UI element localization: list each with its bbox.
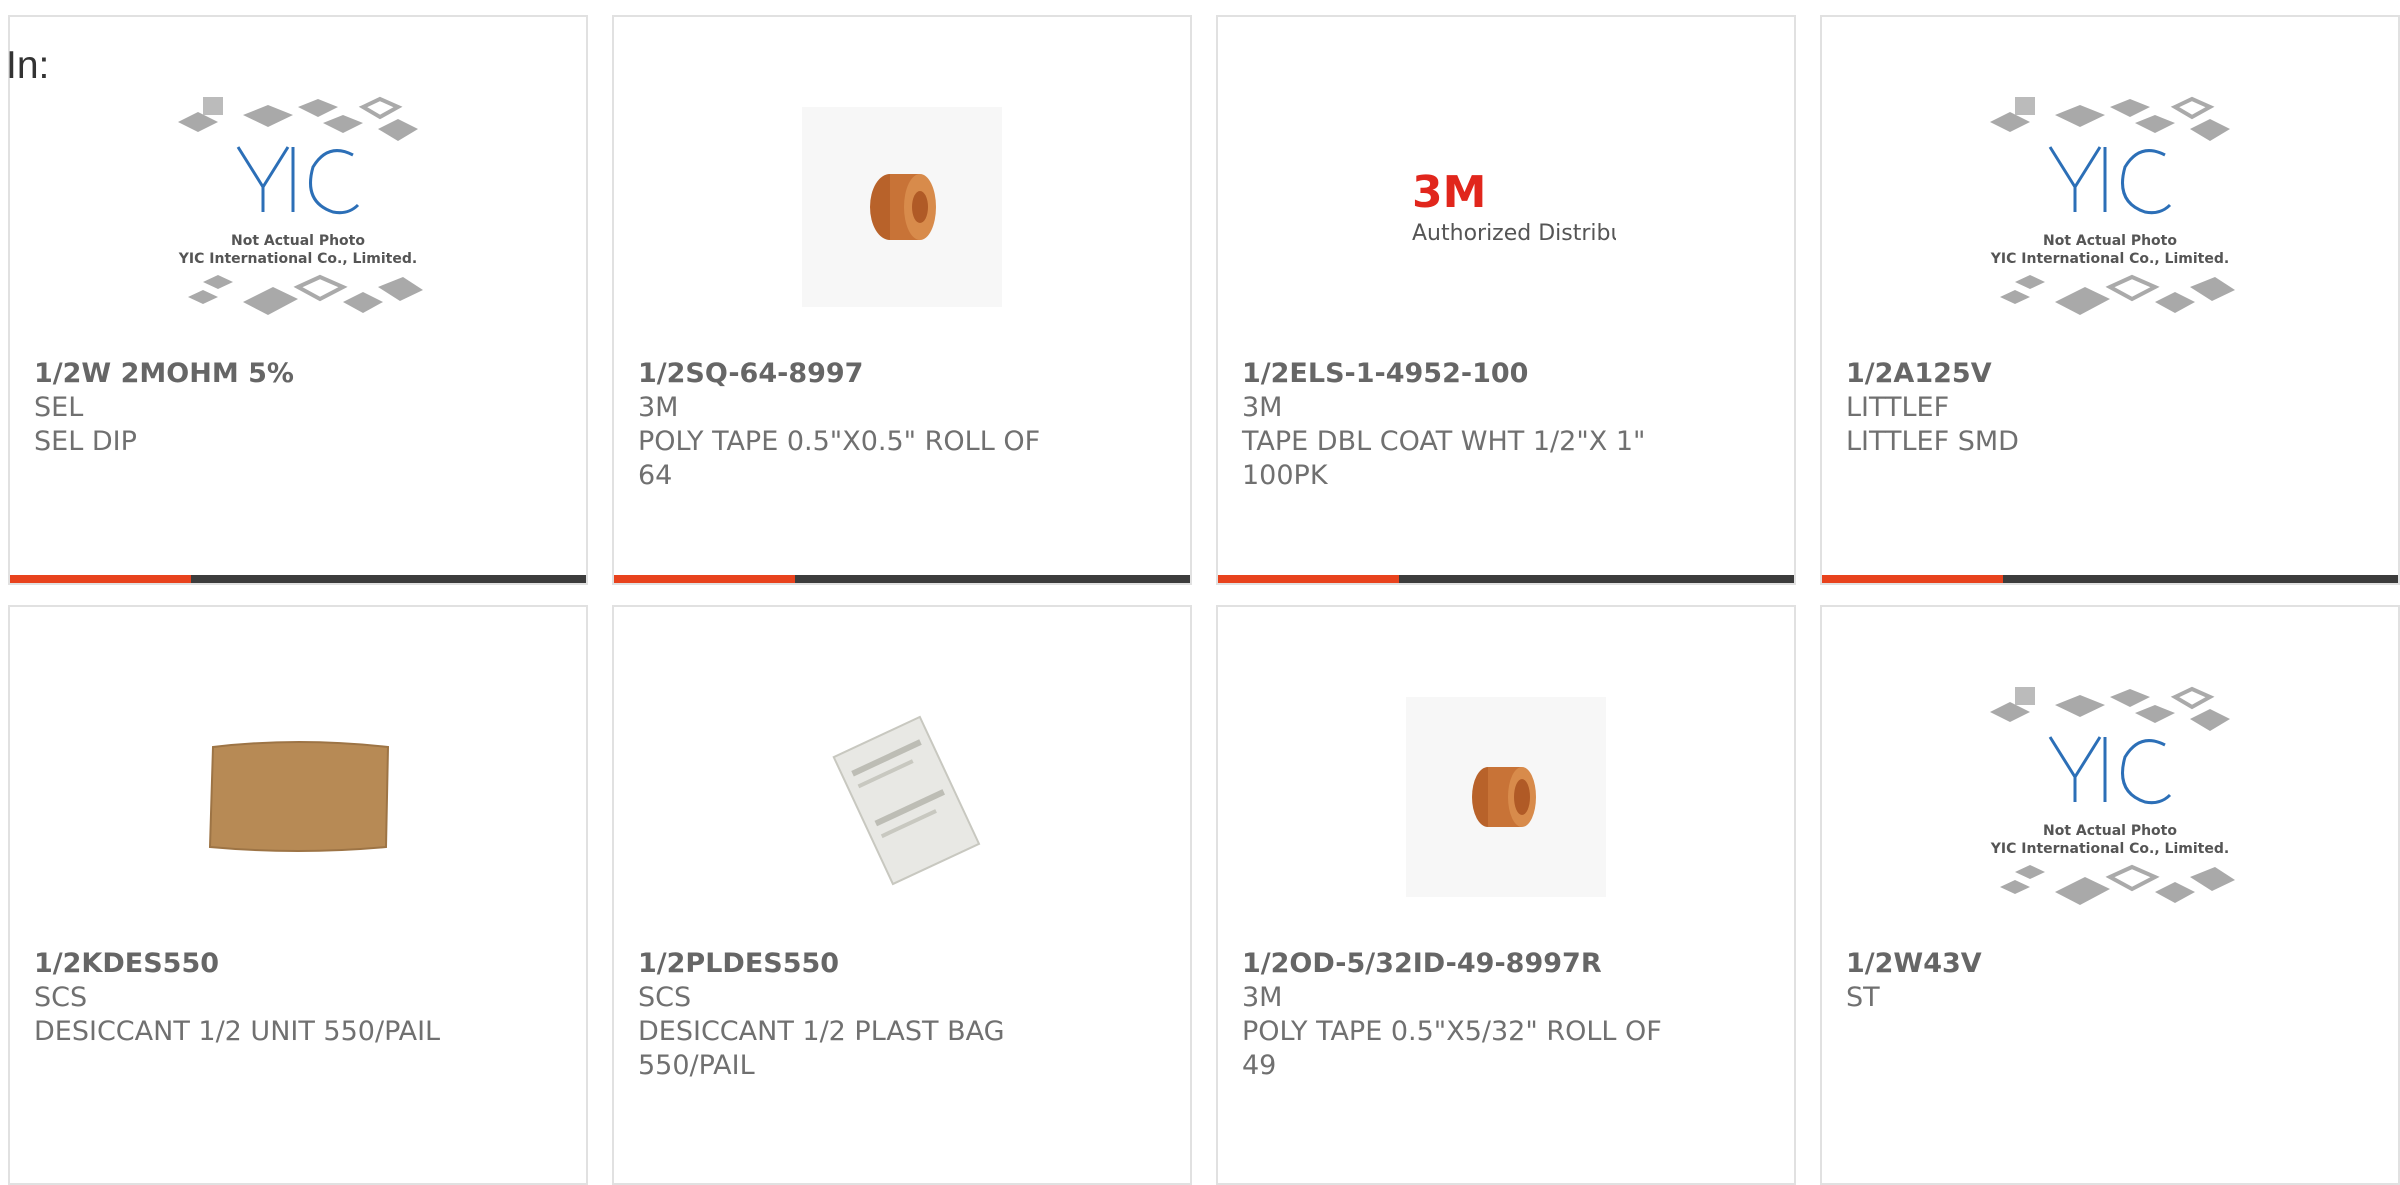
copper-tape-roll-icon — [802, 107, 1002, 307]
product-card[interactable]: 1/2SQ-64-8997 3M POLY TAPE 0.5"X0.5" ROL… — [612, 15, 1192, 585]
product-image[interactable] — [614, 647, 1190, 947]
brand-tagline: Authorized Distributor — [1412, 221, 1616, 246]
description: TAPE DBL COAT WHT 1/2"X 1" 100PK — [1242, 426, 1646, 491]
filter-label: In: — [6, 44, 50, 87]
card-bottom-bar — [1822, 575, 2398, 583]
product-card[interactable]: 3M Authorized Distributor 1/2ELS-1-4952-… — [1216, 15, 1796, 585]
product-image[interactable] — [10, 647, 586, 947]
manufacturer: 3M — [638, 392, 679, 423]
placeholder-photo-icon: Not Actual Photo YIC International Co., … — [1990, 686, 2235, 905]
card-bottom-bar — [10, 575, 586, 583]
card-bottom-bar — [614, 575, 1190, 583]
desiccant-bag-icon — [208, 741, 390, 852]
manufacturer: ST — [1846, 982, 1880, 1013]
desiccant-packet-icon — [832, 715, 981, 886]
placeholder-line1: Not Actual Photo — [2043, 233, 2177, 249]
placeholder-line1: Not Actual Photo — [231, 233, 365, 249]
manufacturer: SCS — [638, 982, 692, 1013]
part-number-link[interactable]: 1/2OD-5/32ID-49-8997R — [1242, 947, 1770, 981]
manufacturer: LITTLEF — [1846, 392, 1950, 423]
product-grid: Not Actual Photo YIC International Co., … — [8, 15, 2400, 1185]
manufacturer: 3M — [1242, 392, 1283, 423]
description: LITTLEF SMD — [1846, 426, 2019, 457]
placeholder-photo-icon: Not Actual Photo YIC International Co., … — [1990, 96, 2235, 315]
product-card[interactable]: Not Actual Photo YIC International Co., … — [1820, 15, 2400, 585]
3m-logo-icon: 3M Authorized Distributor — [1412, 167, 1616, 246]
brand-logo: 3M — [1412, 167, 1486, 218]
placeholder-line1: Not Actual Photo — [2043, 823, 2177, 839]
manufacturer: SEL — [34, 392, 84, 423]
product-image[interactable]: Not Actual Photo YIC International Co., … — [1822, 57, 2398, 357]
part-number-link[interactable]: 1/2A125V — [1846, 357, 2374, 391]
copper-tape-roll-icon — [1406, 697, 1606, 897]
product-image[interactable]: Not Actual Photo YIC International Co., … — [10, 57, 586, 357]
description: POLY TAPE 0.5"X0.5" ROLL OF 64 — [638, 426, 1041, 491]
product-image[interactable] — [1218, 647, 1794, 947]
placeholder-line2: YIC International Co., Limited. — [1990, 841, 2229, 857]
part-number-link[interactable]: 1/2PLDES550 — [638, 947, 1166, 981]
part-number-link[interactable]: 1/2ELS-1-4952-100 — [1242, 357, 1770, 391]
placeholder-line2: YIC International Co., Limited. — [1990, 251, 2229, 267]
description: POLY TAPE 0.5"X5/32" ROLL OF 49 — [1242, 1016, 1662, 1081]
placeholder-photo-icon: Not Actual Photo YIC International Co., … — [178, 96, 423, 315]
product-image[interactable] — [614, 57, 1190, 357]
product-card[interactable]: 1/2OD-5/32ID-49-8997R 3M POLY TAPE 0.5"X… — [1216, 605, 1796, 1185]
description: DESICCANT 1/2 UNIT 550/PAIL — [34, 1016, 441, 1047]
description: SEL DIP — [34, 426, 137, 457]
card-bottom-bar — [1218, 575, 1794, 583]
part-number-link[interactable]: 1/2KDES550 — [34, 947, 562, 981]
manufacturer: 3M — [1242, 982, 1283, 1013]
product-card[interactable]: 1/2PLDES550 SCS DESICCANT 1/2 PLAST BAG … — [612, 605, 1192, 1185]
description: DESICCANT 1/2 PLAST BAG 550/PAIL — [638, 1016, 1005, 1081]
placeholder-line2: YIC International Co., Limited. — [178, 251, 417, 267]
product-image[interactable]: 3M Authorized Distributor — [1218, 57, 1794, 357]
product-card[interactable]: Not Actual Photo YIC International Co., … — [8, 15, 588, 585]
product-card[interactable]: Not Actual Photo YIC International Co., … — [1820, 605, 2400, 1185]
product-image[interactable]: Not Actual Photo YIC International Co., … — [1822, 647, 2398, 947]
part-number-link[interactable]: 1/2W 2MOHM 5% — [34, 357, 562, 391]
product-card[interactable]: 1/2KDES550 SCS DESICCANT 1/2 UNIT 550/PA… — [8, 605, 588, 1185]
part-number-link[interactable]: 1/2SQ-64-8997 — [638, 357, 1166, 391]
manufacturer: SCS — [34, 982, 88, 1013]
part-number-link[interactable]: 1/2W43V — [1846, 947, 2374, 981]
